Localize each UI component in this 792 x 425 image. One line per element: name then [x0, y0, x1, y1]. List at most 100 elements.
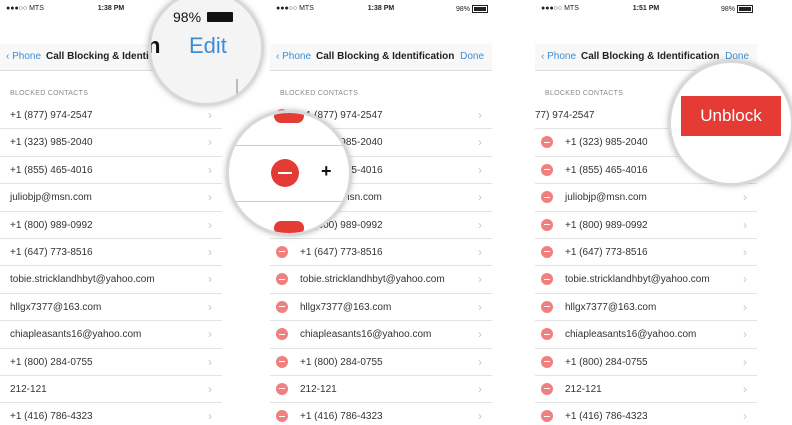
minus-icon[interactable] [541, 218, 553, 231]
list-item[interactable]: +1 (800) 989-0992 › [535, 212, 757, 239]
battery-icon [207, 12, 233, 22]
list-item[interactable]: +1 (416) 786-4323 › [270, 403, 492, 425]
title-fragment: n [148, 33, 161, 58]
back-button[interactable]: ‹ Phone [541, 51, 576, 62]
list-item[interactable]: +1 (800) 284-0755 › [270, 349, 492, 376]
minus-icon[interactable] [541, 273, 553, 286]
list-item[interactable]: tobie.stricklandhbyt@yahoo.com › [0, 266, 222, 294]
list-item[interactable]: hllgx7377@163.com › [270, 294, 492, 322]
minus-icon[interactable] [541, 191, 553, 204]
unblock-button[interactable]: Unblock [681, 96, 781, 136]
contact-label: 77) 974-2547 [535, 110, 595, 121]
magnifier-edit: 98% n Edit [148, 0, 264, 106]
magnifier-unblock: Unblock [668, 60, 792, 186]
back-button[interactable]: ‹ Phone [276, 51, 311, 62]
chevron-right-icon: › [208, 190, 212, 205]
contact-label: +1 (416) 786-4323 [300, 411, 383, 423]
list-item[interactable]: +1 (800) 284-0755 › [0, 349, 222, 376]
status-bar: ●●●○○ MTS 1:51 PM 98% [535, 4, 757, 16]
minus-icon[interactable] [276, 355, 288, 368]
list-item[interactable]: +1 (416) 786-4323 › [0, 403, 222, 425]
status-bar: ●●●○○ MTS 1:38 PM 98% [270, 4, 492, 16]
minus-icon[interactable] [276, 273, 288, 286]
contact-label: chiapleasants16@yahoo.com [10, 329, 142, 341]
contact-label: +1 (647) 773-8516 [10, 246, 93, 258]
list-item[interactable]: tobie.stricklandhbyt@yahoo.com › [535, 266, 757, 294]
divider [229, 145, 349, 146]
minus-icon[interactable] [541, 410, 553, 423]
battery-indicator: 98% [456, 5, 488, 13]
list-item[interactable]: +1 (877) 974-2547 › [0, 102, 222, 130]
contact-label: +1 (800) 989-0992 [565, 219, 648, 231]
list-item[interactable]: 212-121 › [0, 376, 222, 404]
list-item[interactable]: chiapleasants16@yahoo.com › [270, 321, 492, 349]
done-button[interactable]: Done [460, 51, 484, 62]
contact-label: +1 (647) 773-8516 [300, 246, 383, 258]
chevron-right-icon: › [478, 409, 482, 424]
contact-label: hllgx7377@163.com [10, 301, 102, 313]
list-item[interactable]: hllgx7377@163.com › [0, 294, 222, 322]
chevron-right-icon: › [478, 135, 482, 150]
chevron-right-icon: › [743, 244, 747, 259]
list-item[interactable]: tobie.stricklandhbyt@yahoo.com › [270, 266, 492, 294]
minus-icon[interactable] [541, 136, 553, 149]
contact-label: chiapleasants16@yahoo.com [300, 329, 432, 341]
minus-icon[interactable] [276, 245, 288, 258]
list-item[interactable]: +1 (416) 786-4323 › [535, 403, 757, 425]
list-item[interactable]: chiapleasants16@yahoo.com › [535, 321, 757, 349]
minus-icon[interactable] [541, 328, 553, 341]
minus-icon[interactable] [276, 328, 288, 341]
contact-label: +1 (800) 284-0755 [565, 356, 648, 368]
chevron-right-icon: › [478, 244, 482, 259]
list-item[interactable]: +1 (647) 773-8516 › [270, 239, 492, 267]
minus-icon[interactable] [541, 300, 553, 313]
chevron-right-icon: › [208, 354, 212, 369]
contact-label: chiapleasants16@yahoo.com [565, 329, 697, 341]
section-header: BLOCKED CONTACTS [280, 90, 359, 97]
chevron-right-icon: › [478, 381, 482, 396]
minus-icon[interactable] [276, 382, 288, 395]
list-item[interactable]: +1 (800) 284-0755 › [535, 349, 757, 376]
minus-icon[interactable] [541, 355, 553, 368]
list-item[interactable]: +1 (800) 989-0992 › [0, 212, 222, 239]
chevron-right-icon: › [743, 272, 747, 287]
minus-icon[interactable] [541, 382, 553, 395]
section-header: BLOCKED CONTACTS [545, 90, 624, 97]
minus-icon[interactable] [271, 159, 299, 187]
list-item[interactable]: chiapleasants16@yahoo.com › [0, 321, 222, 349]
list-item[interactable]: hllgx7377@163.com › [535, 294, 757, 322]
contact-label: tobie.stricklandhbyt@yahoo.com [565, 274, 710, 286]
list-item[interactable]: 212-121 › [270, 376, 492, 404]
minus-icon[interactable] [541, 245, 553, 258]
chevron-right-icon: › [208, 327, 212, 342]
nav-title: Call Blocking & Identif [46, 51, 153, 62]
list-item[interactable]: +1 (855) 465-4016 › [0, 157, 222, 185]
edit-button[interactable]: Edit [189, 33, 227, 59]
divider [229, 201, 349, 202]
minus-icon [274, 113, 304, 123]
chevron-right-icon: › [743, 354, 747, 369]
contact-label: +1 (323) 985-2040 [565, 137, 648, 149]
contact-label: tobie.stricklandhbyt@yahoo.com [10, 274, 155, 286]
list-item[interactable]: juliobjp@msn.com › [0, 184, 222, 212]
chevron-right-icon: › [208, 217, 212, 232]
chevron-right-icon: › [208, 135, 212, 150]
minus-icon[interactable] [276, 410, 288, 423]
contact-label: tobie.stricklandhbyt@yahoo.com [300, 274, 445, 286]
minus-icon[interactable] [276, 300, 288, 313]
chevron-right-icon: › [478, 162, 482, 177]
contact-label: 212-121 [300, 383, 337, 395]
list-item[interactable]: +1 (323) 985-2040 › [0, 129, 222, 157]
contact-label: +1 (800) 284-0755 [10, 356, 93, 368]
minus-icon[interactable] [541, 163, 553, 176]
list-item[interactable]: +1 (647) 773-8516 › [0, 239, 222, 267]
list-item[interactable]: +1 (647) 773-8516 › [535, 239, 757, 267]
list-item[interactable]: juliobjp@msn.com › [535, 184, 757, 212]
section-header: BLOCKED CONTACTS [10, 90, 89, 97]
chevron-right-icon: › [208, 244, 212, 259]
list-item[interactable]: 212-121 › [535, 376, 757, 404]
back-button[interactable]: ‹ Phone [6, 51, 41, 62]
battery-indicator: 98% [721, 5, 753, 13]
contact-label: +1 (855) 465-4016 [10, 164, 93, 176]
chevron-right-icon: › [208, 272, 212, 287]
